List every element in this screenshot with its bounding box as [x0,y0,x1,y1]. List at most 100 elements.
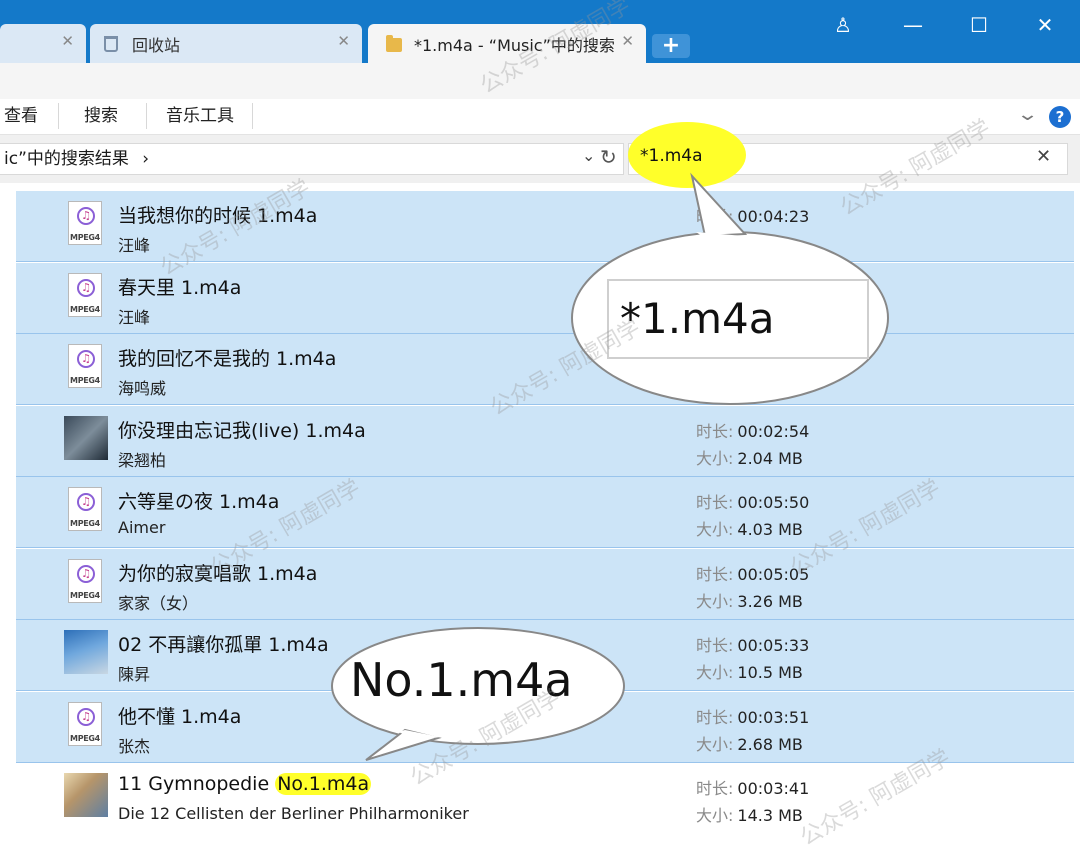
expand-ribbon-icon[interactable]: ⌄ [1016,104,1039,125]
size-value: 2.68 MB [737,735,803,754]
file-artist: 海鸣威 [118,379,167,398]
file-name: 我的回忆不是我的 1.m4a [118,348,337,370]
ribbon-tab-search[interactable]: 搜索 [84,99,118,134]
mpeg4-label: MPEG4 [70,734,100,743]
music-note-icon: ♫ [77,708,95,726]
music-file-icon: ♫ MPEG4 [68,273,102,317]
mpeg4-file-icon: ♫ MPEG4 [64,702,108,748]
file-row[interactable]: ♫ MPEG4 为你的寂寞唱歌 1.m4a 家家（女） 时长: 00:05:05 大小: 3.… [16,549,1074,620]
duration-value: 00:05:33 [737,636,810,655]
size-label: 大小: [696,735,734,754]
music-file-icon: ♫ MPEG4 [68,487,102,531]
refresh-icon[interactable]: ↻ [600,145,617,169]
ribbon-tab-music-tools[interactable]: 音乐工具 [166,99,234,134]
music-note-icon: ♫ [77,207,95,225]
duration-label: 时长: [696,493,734,512]
file-artist: 汪峰 [118,308,151,327]
chevron-down-icon[interactable]: ⌄ [582,146,595,165]
duration-value: 00:03:41 [737,779,810,798]
minimize-button[interactable]: — [898,10,928,40]
file-size: 大小: 3.26 MB [696,588,803,612]
file-name: 六等星の夜 1.m4a [118,491,280,513]
ribbon-separator [252,103,253,129]
tab-label: 回收站 [132,35,181,55]
size-value: 10.5 MB [737,663,803,682]
mpeg4-file-icon: ♫ MPEG4 [64,344,108,390]
music-file-icon: ♫ MPEG4 [68,559,102,603]
size-label: 大小: [696,806,734,825]
file-size: 大小: 2.68 MB [696,731,803,755]
duration-label: 时长: [696,708,734,727]
mpeg4-file-icon: ♫ MPEG4 [64,487,108,533]
new-tab-button[interactable]: + [652,34,690,58]
mpeg4-file-icon: ♫ MPEG4 [64,273,108,319]
breadcrumb-chevron-icon[interactable]: › [142,149,149,169]
music-note-icon: ♫ [77,350,95,368]
ribbon-separator [58,103,59,129]
size-value: 4.03 MB [737,520,803,539]
size-value: 2.04 MB [737,449,803,468]
close-tab-icon[interactable]: ✕ [337,32,350,50]
album-art-thumbnail [64,416,108,462]
file-size: 大小: 2.04 MB [696,445,803,469]
size-value: 3.26 MB [737,592,803,611]
file-duration: 时长: 00:05:50 [696,489,809,513]
close-tab-icon[interactable]: ✕ [621,32,634,50]
file-name: 春天里 1.m4a [118,277,242,299]
duration-label: 时长: [696,636,734,655]
file-artist: 家家（女） [118,594,199,613]
clear-search-icon[interactable]: ✕ [1036,146,1051,167]
mpeg4-label: MPEG4 [70,305,100,314]
file-name-prefix: 11 Gymnopedie [118,773,276,795]
duration-label: 时长: [696,422,734,441]
size-value: 14.3 MB [737,806,803,825]
close-tab-icon[interactable]: ✕ [61,32,74,50]
maximize-button[interactable]: ☐ [964,10,994,40]
mpeg4-label: MPEG4 [70,233,100,242]
duration-label: 时长: [696,565,734,584]
file-name: 他不懂 1.m4a [118,706,242,728]
album-art-image [64,773,108,817]
file-artist: 陳昇 [118,665,151,684]
music-note-icon: ♫ [77,279,95,297]
breadcrumb[interactable]: ic”中的搜索结果 [4,149,129,169]
ribbon-separator [146,103,147,129]
mpeg4-label: MPEG4 [70,519,100,528]
file-artist: 梁翘柏 [118,451,167,470]
duration-label: 时长: [696,207,734,226]
ribbon-tabs: 查看 搜索 音乐工具 [0,99,1080,135]
file-artist: Aimer [118,518,166,537]
file-name: 你没理由忘记我(live) 1.m4a [118,420,366,442]
album-art-thumbnail [64,773,108,819]
file-size: 大小: 14.3 MB [696,802,803,826]
search-query[interactable]: *1.m4a [640,146,703,166]
address-bar[interactable]: ic”中的搜索结果 › [0,143,624,175]
ribbon-tab-view[interactable]: 查看 [4,99,38,134]
duration-value: 00:05:50 [737,493,810,512]
mpeg4-file-icon: ♫ MPEG4 [64,201,108,247]
file-row[interactable]: 你没理由忘记我(live) 1.m4a 梁翘柏 时长: 00:02:54 大小: 2.04… [16,406,1074,477]
profile-icon[interactable]: ♙ [828,10,858,40]
file-artist: 张杰 [118,737,151,756]
close-window-button[interactable]: ✕ [1030,10,1060,40]
duration-label: 时长: [696,779,734,798]
file-size: 大小: 10.5 MB [696,659,803,683]
file-duration: 时长: 00:04:23 [696,203,809,227]
file-artist: Die 12 Cellisten der Berliner Philharmon… [118,804,469,823]
file-duration: 时长: 00:03:41 [696,775,809,799]
music-note-icon: ♫ [77,565,95,583]
file-size: 大小: 4.03 MB [696,516,803,540]
mpeg4-file-icon: ♫ MPEG4 [64,559,108,605]
size-label: 大小: [696,449,734,468]
help-icon[interactable]: ? [1049,106,1071,128]
mpeg4-label: MPEG4 [70,591,100,600]
tab-recycle-bin[interactable]: 回收站 ✕ [90,24,362,63]
music-file-icon: ♫ MPEG4 [68,702,102,746]
tab-previous[interactable]: ✕ [0,24,86,63]
file-name: 11 Gymnopedie No.1.m4a [118,773,372,795]
music-file-icon: ♫ MPEG4 [68,344,102,388]
size-label: 大小: [696,592,734,611]
file-name-highlight: No.1.m4a [275,773,372,795]
size-label: 大小: [696,663,734,682]
file-artist: 汪峰 [118,236,151,255]
